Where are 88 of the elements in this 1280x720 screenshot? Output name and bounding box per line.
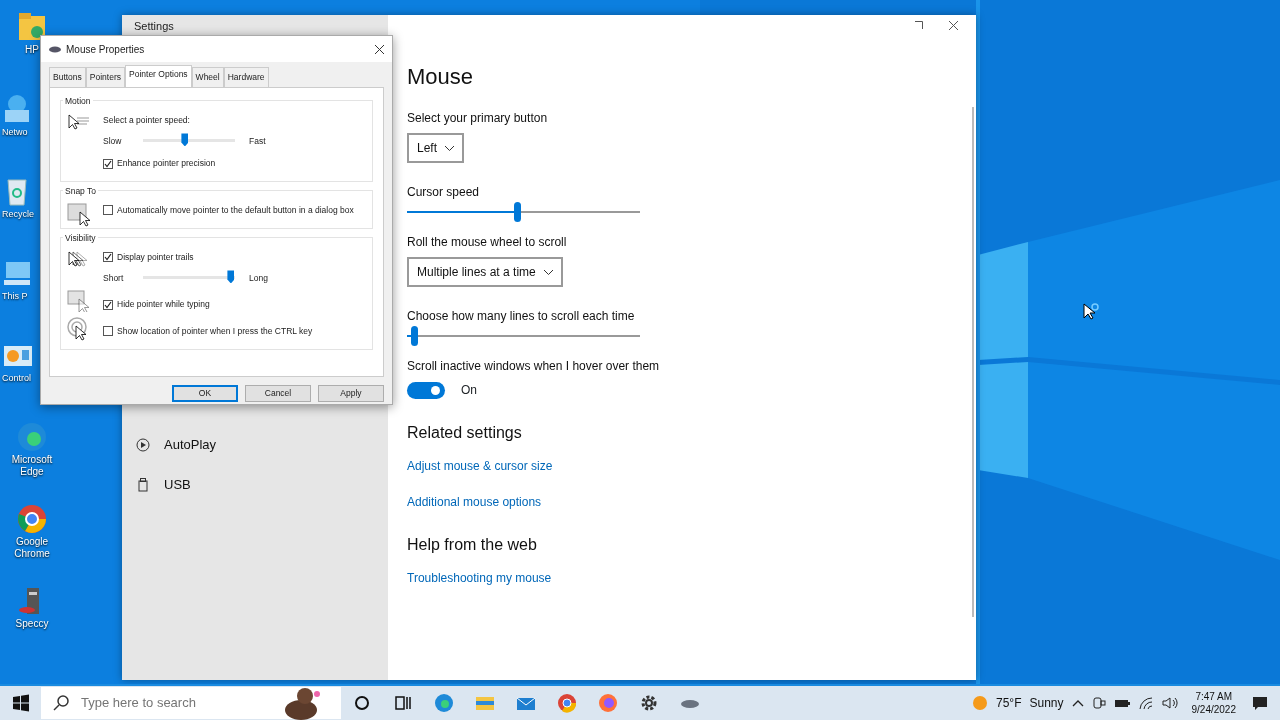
hide-pointer-icon [67, 290, 91, 313]
checkbox-label: Automatically move pointer to the default button in a dialog box [117, 204, 354, 217]
dropdown[interactable]: Left [407, 133, 464, 163]
desktop-shortcut-icon[interactable] [15, 502, 49, 536]
desktop-icon-label[interactable]: Netwo [0, 126, 28, 138]
slider-thumb[interactable] [181, 133, 189, 147]
tab[interactable]: Wheel [191, 67, 224, 87]
section-heading: Related settings [407, 423, 523, 443]
slider-min-label: Slow [103, 134, 123, 148]
toggle-switch[interactable] [407, 381, 445, 399]
slider-max-label: Fast [249, 134, 266, 148]
usb-icon [136, 477, 150, 492]
checkbox-label: Hide pointer while typing [117, 298, 210, 311]
window-title: Mouse Properties [66, 42, 145, 57]
slider-min-label: Short [103, 271, 125, 285]
sun-icon [972, 695, 988, 711]
instruction-text: Select a pointer speed: [103, 113, 191, 127]
dialog-button[interactable]: Cancel [245, 384, 311, 402]
pointer-speed-icon [67, 112, 91, 131]
notification-icon[interactable] [1252, 695, 1268, 711]
weather-text[interactable]: Sunny [1029, 694, 1064, 712]
maximize-icon[interactable] [915, 21, 923, 29]
slider-thumb[interactable] [513, 202, 521, 222]
section-heading: Help from the web [407, 535, 538, 555]
dropdown[interactable]: Multiple lines at a time [407, 257, 563, 287]
desktop-icon-label[interactable]: HP [25, 44, 39, 56]
desktop-icon-label[interactable]: Google Chrome [0, 536, 64, 560]
autoplay-icon [136, 437, 150, 452]
battery-icon[interactable] [1113, 698, 1130, 708]
slider-thumb[interactable] [411, 326, 418, 346]
clock[interactable]: 7:47 AM 9/24/2022 [1191, 690, 1236, 716]
slider-thumb[interactable] [227, 270, 235, 284]
group-title: Snap To [63, 185, 99, 198]
sidebar-item[interactable]: USB [122, 464, 388, 505]
tray-device-icon[interactable] [1091, 696, 1106, 710]
checkbox-label: Display pointer trails [117, 250, 194, 264]
desktop-icon-label[interactable]: Speccy [15, 618, 49, 630]
close-icon[interactable] [375, 44, 384, 54]
close-icon[interactable] [949, 21, 958, 30]
snap-to-icon [67, 203, 93, 227]
search-bar[interactable]: Type here to search [41, 687, 341, 719]
toggle-state: On [461, 382, 477, 399]
checkbox[interactable] [103, 326, 113, 337]
page-heading: Mouse [407, 63, 475, 91]
link[interactable]: Adjust mouse & cursor size [407, 457, 976, 475]
setting-label: Cursor speed [407, 184, 481, 201]
checkbox-label: Show location of pointer when I press the CTRL key [117, 325, 313, 338]
sidebar-item[interactable]: AutoPlay [122, 424, 388, 465]
pointer-icon [1082, 302, 1100, 320]
chevron-up-icon[interactable] [1071, 699, 1084, 707]
firefox-icon[interactable] [597, 693, 618, 713]
link[interactable]: Troubleshooting my mouse [407, 569, 976, 587]
mouse-icon [49, 45, 61, 53]
checkbox-label: Enhance pointer precision [117, 157, 216, 170]
dialog-button[interactable]: Apply [318, 384, 384, 402]
desktop-icon-label[interactable]: Microsoft Edge [0, 454, 64, 478]
chevron-down-icon [543, 269, 553, 275]
link[interactable]: Additional mouse options [407, 493, 976, 511]
slider-max-label: Long [249, 271, 268, 285]
tab[interactable]: Buttons [49, 67, 86, 87]
start-icon[interactable] [10, 693, 31, 713]
chevron-down-icon [445, 145, 454, 151]
dialog-button[interactable]: OK [172, 384, 238, 402]
desktop-icon-label[interactable]: Control [0, 372, 31, 384]
temperature[interactable]: 75°F [996, 694, 1022, 712]
setting-label: Choose how many lines to scroll each time [407, 308, 636, 325]
volume-icon[interactable] [1161, 696, 1180, 710]
tab[interactable]: Pointers [85, 67, 125, 87]
search-icon [53, 695, 69, 711]
chrome-icon[interactable] [556, 693, 577, 713]
task-view-icon[interactable] [392, 693, 413, 713]
window-title: Settings [133, 19, 175, 34]
desktop-icon-label[interactable]: This P [0, 290, 28, 302]
checkbox[interactable] [103, 158, 113, 169]
desktop-icon-label[interactable]: Recycle [0, 208, 34, 220]
wifi-icon[interactable] [1137, 696, 1154, 710]
search-field[interactable]: Type here to search [79, 692, 269, 714]
tab[interactable]: Hardware [223, 67, 269, 87]
checkbox[interactable] [103, 252, 113, 263]
setting-label: Select your primary button [407, 110, 549, 127]
browser-icon[interactable] [433, 693, 454, 713]
scrollbar[interactable] [972, 107, 974, 617]
setting-label: Roll the mouse wheel to scroll [407, 234, 568, 251]
tab[interactable]: Pointer Options [125, 65, 192, 87]
group-title: Visibility [63, 231, 98, 245]
checkbox[interactable] [103, 299, 113, 310]
checkbox[interactable] [103, 205, 113, 216]
setting-label: Scroll inactive windows when I hover over them [407, 358, 661, 375]
